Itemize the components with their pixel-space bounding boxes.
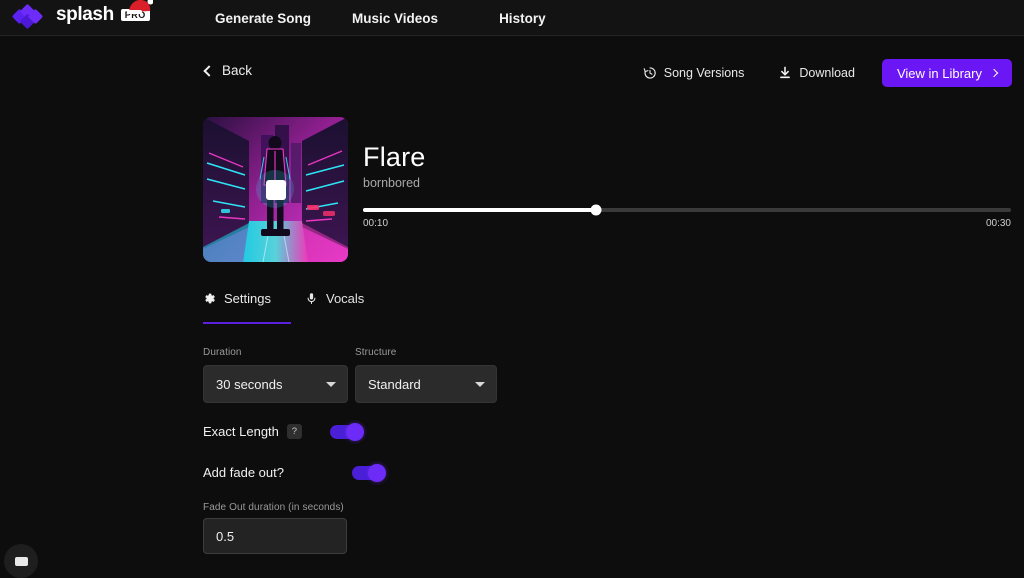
nav-links: Generate Song Music Videos History	[215, 0, 546, 36]
pause-button-overlay[interactable]	[266, 180, 286, 200]
active-tab-indicator	[203, 322, 291, 324]
view-in-library-label: View in Library	[897, 66, 982, 81]
microphone-icon	[305, 292, 318, 305]
chat-bubble-icon	[15, 557, 28, 566]
pro-badge: PRO	[121, 9, 150, 21]
nav-link-music-videos[interactable]: Music Videos	[352, 11, 438, 26]
pro-badge-label: PRO	[125, 10, 146, 20]
history-clock-icon	[643, 66, 657, 80]
header-actions: Song Versions Download View in Library	[643, 59, 1012, 87]
exact-length-label: Exact Length	[203, 424, 279, 439]
progress-track[interactable]	[363, 208, 1011, 212]
nav-link-history[interactable]: History	[499, 11, 546, 26]
chevron-left-icon	[203, 65, 214, 76]
settings-tabs: Settings Vocals	[203, 291, 364, 316]
current-time: 00:10	[363, 218, 388, 229]
top-navigation-bar: splash PRO Generate Song Music Videos Hi…	[0, 0, 1024, 36]
duration-value: 30 seconds	[216, 377, 283, 392]
player-progress: 00:10 00:30	[363, 208, 1011, 232]
download-button[interactable]: Download	[778, 66, 855, 80]
tab-vocals-label: Vocals	[326, 291, 364, 306]
chat-widget-button[interactable]	[4, 544, 38, 578]
song-title: Flare	[363, 142, 426, 173]
chevron-right-icon	[990, 68, 998, 76]
back-button[interactable]: Back	[203, 63, 252, 78]
fade-out-duration-input[interactable]: 0.5	[203, 518, 347, 554]
chevron-down-icon	[326, 382, 336, 387]
structure-value: Standard	[368, 377, 421, 392]
total-time: 00:30	[986, 218, 1011, 229]
download-icon	[778, 66, 792, 80]
nav-link-generate-song[interactable]: Generate Song	[215, 11, 311, 26]
song-versions-label: Song Versions	[664, 66, 745, 80]
toggle-knob	[368, 464, 386, 482]
add-fade-out-row: Add fade out?	[203, 465, 384, 480]
exact-length-help-icon[interactable]: ?	[287, 424, 302, 439]
exact-length-toggle[interactable]	[330, 425, 362, 439]
brand-name: splash	[56, 5, 114, 24]
time-row: 00:10 00:30	[363, 218, 1011, 232]
tab-settings[interactable]: Settings	[203, 291, 271, 316]
fade-out-duration-value: 0.5	[216, 529, 234, 544]
tab-vocals[interactable]: Vocals	[305, 291, 364, 316]
structure-select[interactable]: Standard	[355, 365, 497, 403]
back-button-label: Back	[222, 63, 252, 78]
add-fade-out-toggle[interactable]	[352, 466, 384, 480]
toggle-knob	[346, 423, 364, 441]
duration-label: Duration	[203, 347, 242, 358]
progress-fill	[363, 208, 596, 212]
fade-out-duration-label: Fade Out duration (in seconds)	[203, 502, 344, 513]
view-in-library-button[interactable]: View in Library	[882, 59, 1012, 87]
splash-diamond-logo-icon	[14, 6, 50, 24]
chevron-down-icon	[475, 382, 485, 387]
download-label: Download	[799, 66, 855, 80]
progress-thumb[interactable]	[591, 205, 602, 216]
album-artwork[interactable]	[203, 117, 348, 262]
add-fade-out-label: Add fade out?	[203, 465, 284, 480]
structure-label: Structure	[355, 347, 396, 358]
duration-select[interactable]: 30 seconds	[203, 365, 348, 403]
brand-logo[interactable]: splash PRO	[14, 5, 150, 24]
gear-icon	[203, 292, 216, 305]
song-artist: bornbored	[363, 176, 420, 190]
tab-settings-label: Settings	[224, 291, 271, 306]
exact-length-row: Exact Length ?	[203, 424, 362, 439]
song-versions-button[interactable]: Song Versions	[643, 66, 745, 80]
